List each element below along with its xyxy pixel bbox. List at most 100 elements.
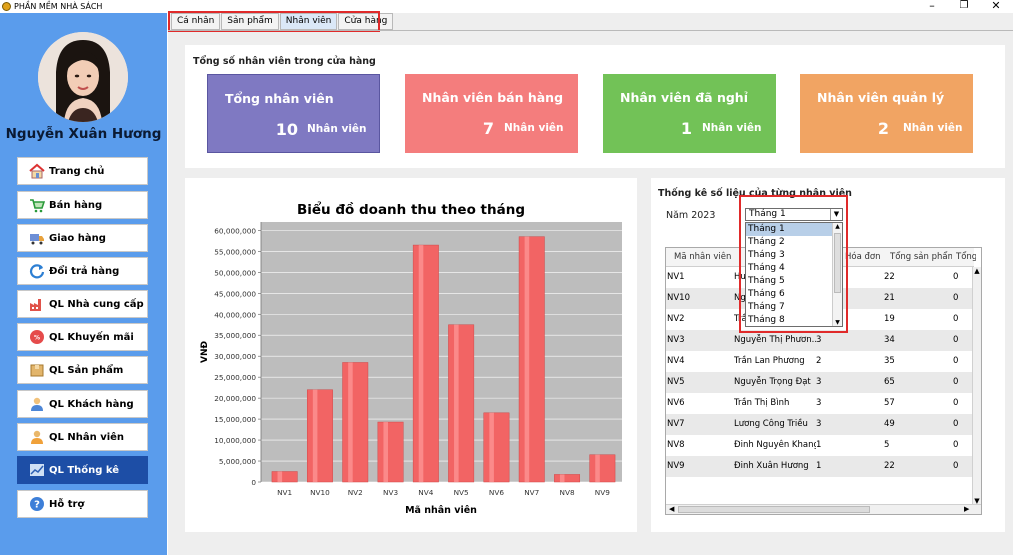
minimize-button[interactable]: – [918, 0, 946, 13]
table-cell-name: Trần Lan Phương [734, 356, 805, 366]
help-icon: ? [30, 497, 44, 511]
table-row[interactable]: NV7 Lương Công Triều 3 49 0 [666, 414, 974, 435]
year-label: Năm 2023 [666, 210, 716, 221]
menu-returns[interactable]: Đổi trả hàng [17, 257, 148, 285]
maximize-button[interactable]: ❐ [950, 0, 978, 13]
card-manager-employees: Nhân viên quản lý 2 Nhân viên [800, 74, 973, 153]
table-row[interactable]: NV5 Nguyễn Trọng Đạt 3 65 0 [666, 372, 974, 393]
table-row[interactable]: NV9 Đinh Xuân Hương 1 22 0 [666, 456, 974, 477]
bar [589, 454, 616, 483]
bar-highlight [383, 422, 389, 482]
bar [271, 471, 298, 483]
x-tick-label: NV10 [310, 488, 330, 497]
chart-panel: Biểu đồ doanh thu theo tháng VNĐ Mã nhân… [185, 178, 637, 532]
table-cell-id: NV6 [667, 398, 685, 408]
card-manager-value: 2 [877, 119, 889, 138]
card-manager-unit: Nhân viên [903, 122, 963, 134]
menu-suppliers[interactable]: QL Nhà cung cấp [17, 290, 148, 318]
y-tick-label: 55,000,000 [214, 247, 256, 256]
menu-statistics[interactable]: QL Thống kê [17, 456, 148, 484]
col-total-products[interactable]: Tổng sản phẩm [890, 248, 952, 267]
revenue-chart: Biểu đồ doanh thu theo tháng VNĐ Mã nhân… [200, 201, 622, 516]
menu-help[interactable]: ? Hỗ trợ [17, 490, 148, 518]
close-button[interactable]: ✕ [982, 0, 1010, 13]
table-cell-total: 0 [953, 461, 959, 471]
menu-employees[interactable]: QL Nhân viên [17, 423, 148, 451]
chart-title: Biểu đồ doanh thu theo tháng [297, 201, 525, 218]
y-tick-label: 5,000,000 [219, 457, 256, 466]
menu-customers[interactable]: QL Khách hàng [17, 390, 148, 418]
table-cell-orders: 1 [816, 440, 822, 450]
y-tick-label: 40,000,000 [214, 310, 256, 319]
cart-icon [30, 199, 45, 213]
bar-highlight [524, 236, 530, 482]
table-cell-id: NV10 [667, 293, 690, 303]
card-resigned-unit: Nhân viên [702, 122, 762, 134]
table-cell-id: NV8 [667, 440, 685, 450]
y-tick-label: 0 [251, 478, 256, 487]
chart-x-axis-label: Mã nhân viên [405, 505, 477, 516]
svg-text:%: % [34, 335, 40, 342]
sidebar: Nguyễn Xuân Hương Trang chủ Bán hàng Gia… [0, 13, 167, 555]
window-title: PHẦN MỀM NHÀ SÁCH [14, 2, 103, 11]
col-total[interactable]: Tổng [956, 248, 976, 267]
table-cell-name: Đinh Xuân Hương [734, 461, 809, 471]
menu-suppliers-label: QL Nhà cung cấp [49, 298, 144, 310]
table-vertical-scrollbar[interactable]: ▲ ▼ [972, 267, 981, 505]
col-orders[interactable]: Hóa đơn [845, 248, 885, 267]
menu-home-label: Trang chủ [49, 165, 105, 177]
table-cell-total: 0 [953, 419, 959, 429]
table-horizontal-scrollbar[interactable]: ◀ ▶ [666, 504, 981, 514]
table-cell-products: 19 [884, 314, 895, 324]
y-tick-label: 50,000,000 [214, 268, 256, 277]
chart-y-axis-label: VNĐ [200, 341, 210, 363]
bar [377, 421, 404, 483]
table-cell-orders: 3 [816, 377, 822, 387]
y-tick-label: 35,000,000 [214, 331, 256, 340]
x-tick-label: NV4 [418, 488, 433, 497]
table-cell-products: 34 [884, 335, 895, 345]
menu-products-label: QL Sản phẩm [49, 364, 124, 376]
table-cell-total: 0 [953, 272, 959, 282]
menu-delivery[interactable]: Giao hàng [17, 224, 148, 252]
table-cell-products: 65 [884, 377, 895, 387]
menu-returns-label: Đổi trả hàng [49, 265, 120, 277]
card-total-unit: Nhân viên [307, 123, 367, 135]
table-row[interactable]: NV4 Trần Lan Phương 2 35 0 [666, 351, 974, 372]
y-tick-label: 30,000,000 [214, 352, 256, 361]
x-tick-label: NV2 [348, 488, 363, 497]
menu-promotions[interactable]: % QL Khuyến mãi [17, 323, 148, 351]
table-cell-orders: 2 [816, 356, 822, 366]
menu-sales[interactable]: Bán hàng [17, 191, 148, 219]
table-row[interactable]: NV3 Nguyễn Thị Phươn... 3 34 0 [666, 330, 974, 351]
table-cell-id: NV9 [667, 461, 685, 471]
y-tick-label: 25,000,000 [214, 373, 256, 382]
table-cell-id: NV2 [667, 314, 685, 324]
menu-home[interactable]: Trang chủ [17, 157, 148, 185]
table-row[interactable]: NV6 Trần Thị Bình 3 57 0 [666, 393, 974, 414]
table-cell-total: 0 [953, 314, 959, 324]
bar-highlight [277, 471, 283, 482]
table-cell-total: 0 [953, 440, 959, 450]
table-cell-products: 49 [884, 419, 895, 429]
y-tick-label: 10,000,000 [214, 436, 256, 445]
menu-sales-label: Bán hàng [49, 199, 103, 211]
menu-promotions-label: QL Khuyến mãi [49, 331, 134, 343]
tabs-highlight [168, 11, 380, 32]
bar-highlight [559, 474, 565, 482]
card-sales-value: 7 [482, 119, 494, 138]
dropdown-highlight [739, 195, 848, 333]
home-icon [29, 163, 45, 179]
col-employee-id[interactable]: Mã nhân viên [674, 248, 734, 267]
menu-products[interactable]: QL Sản phẩm [17, 356, 148, 384]
table-cell-id: NV3 [667, 335, 685, 345]
employee-icon [31, 430, 43, 444]
card-resigned-employees: Nhân viên đã nghỉ 1 Nhân viên [603, 74, 776, 153]
bar [342, 362, 369, 483]
bar-highlight [418, 245, 424, 482]
table-cell-name: Đinh Nguyên Khang [734, 440, 816, 450]
x-tick-label: NV1 [277, 488, 292, 497]
table-row[interactable]: NV8 Đinh Nguyên Khang 1 5 0 [666, 435, 974, 456]
x-tick-label: NV6 [489, 488, 504, 497]
menu-statistics-label: QL Thống kê [49, 464, 120, 476]
